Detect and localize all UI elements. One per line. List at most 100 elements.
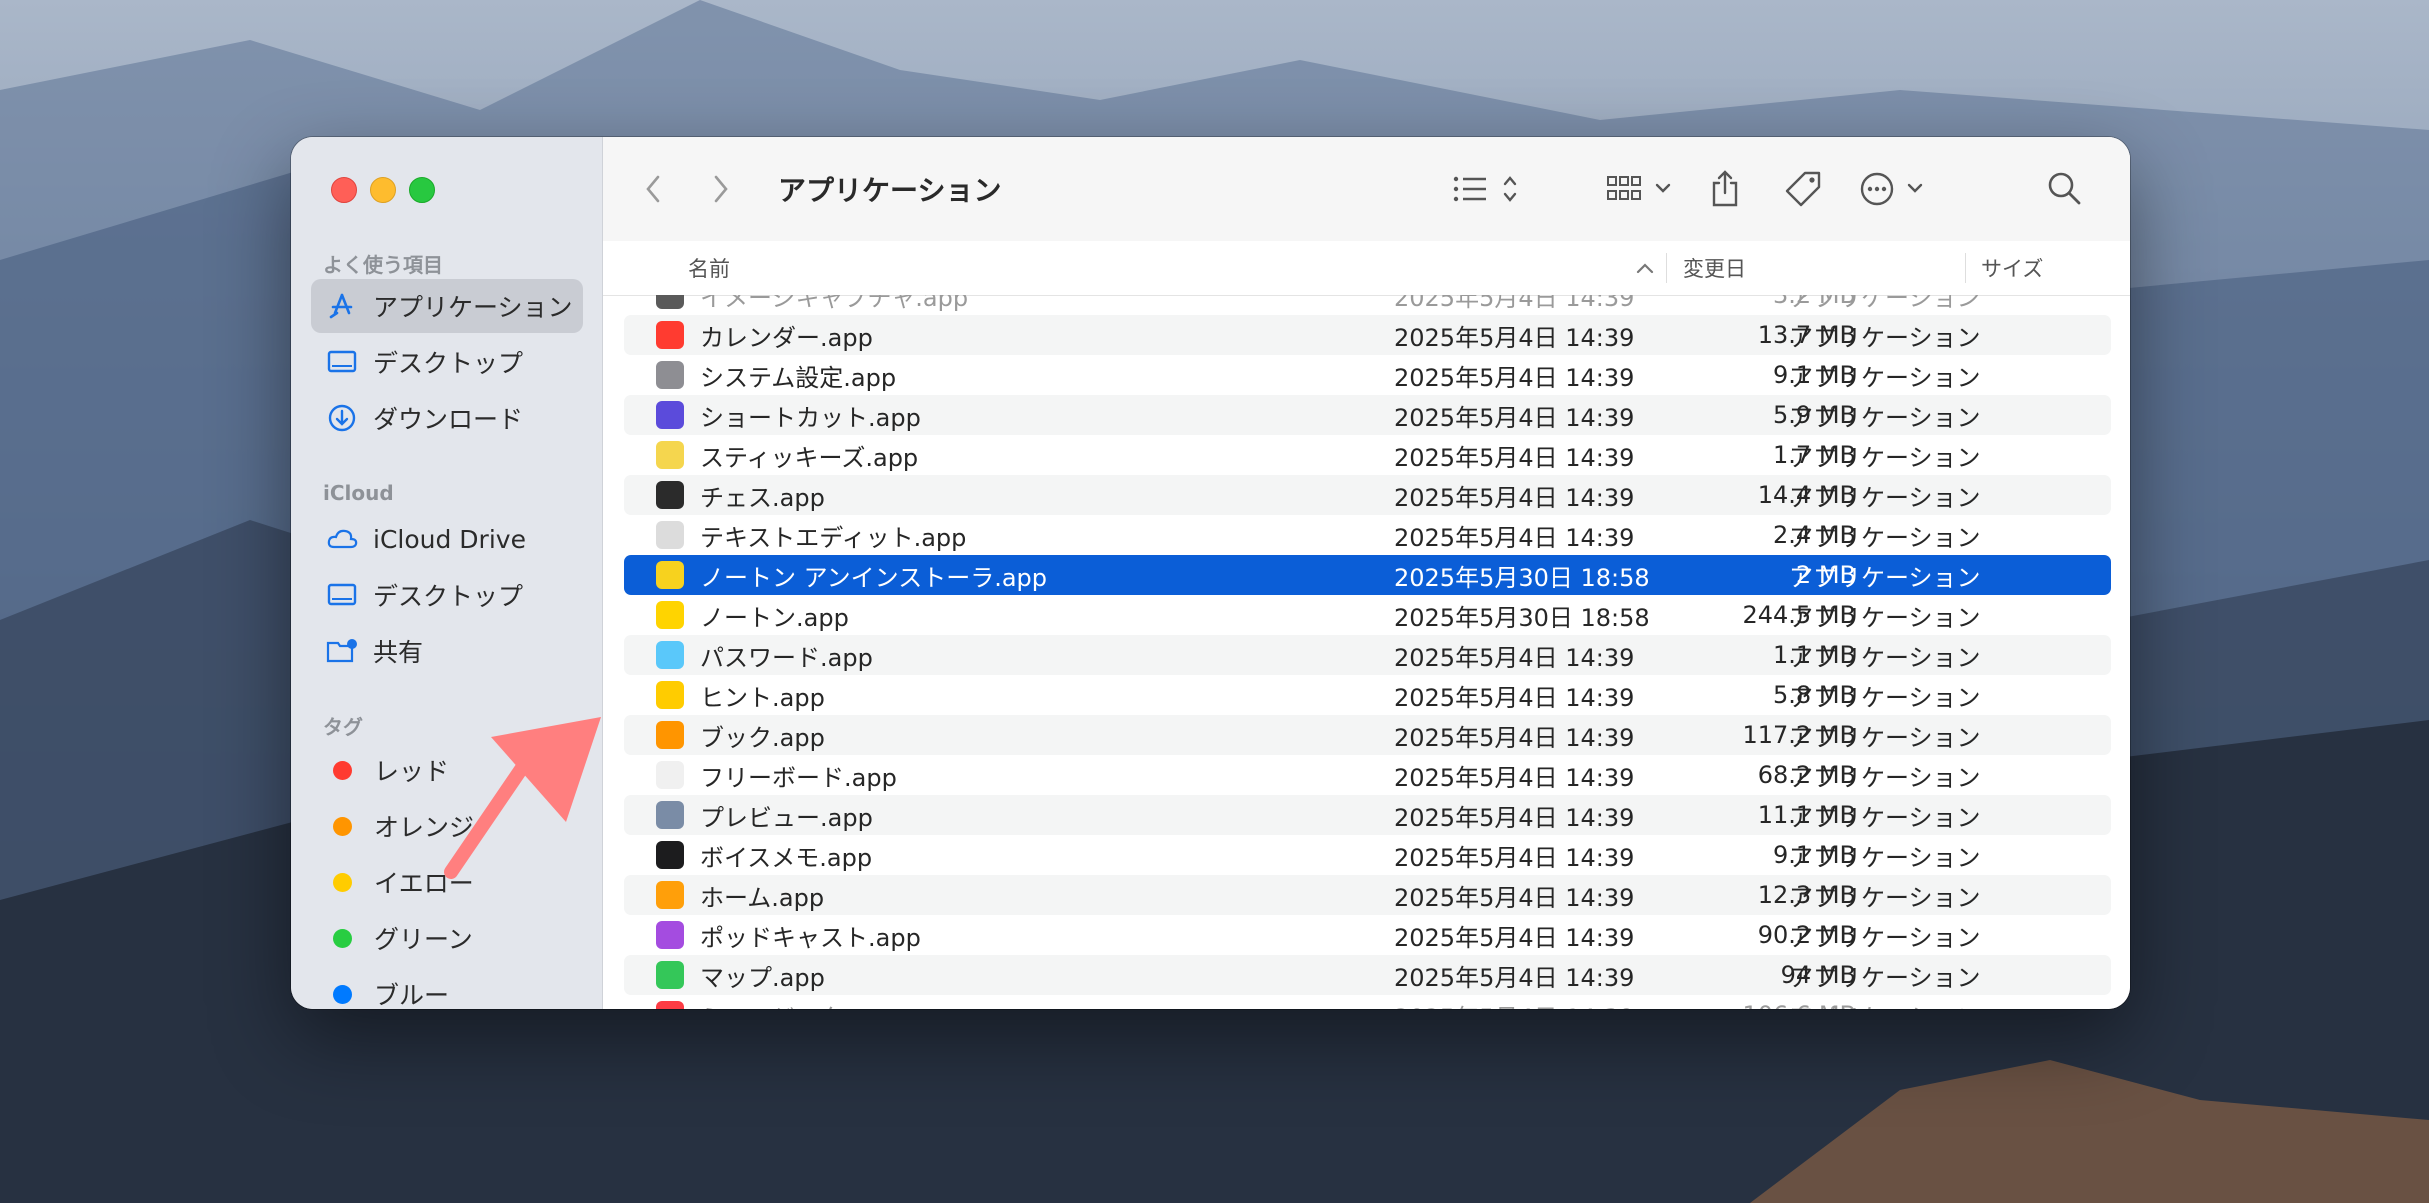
sidebar-item-label: アプリケーション: [373, 293, 573, 322]
file-name: マップ.app: [700, 963, 825, 992]
file-date: 2025年5月4日 14:39: [1394, 443, 1635, 472]
chevron-left-icon: [646, 175, 660, 203]
file-row[interactable]: ポッドキャスト.app 2025年5月4日 14:39 90.2 MB アプリケーショ…: [624, 915, 2111, 955]
file-row[interactable]: カレンダー.app 2025年5月4日 14:39 13.7 MB アプリケーション: [624, 315, 2111, 355]
file-row[interactable]: マップ.app 2025年5月4日 14:39 94 MB アプリケーション: [624, 955, 2111, 995]
file-date: 2025年5月4日 14:39: [1394, 363, 1635, 392]
file-name: ノートン.app: [700, 603, 849, 632]
sidebar-item-icloud-drive[interactable]: iCloud Drive: [311, 512, 583, 566]
file-row[interactable]: プレビュー.app 2025年5月4日 14:39 11.1 MB アプリケーション: [624, 795, 2111, 835]
desktop-icon: [325, 578, 359, 612]
file-kind: アプリケーション: [1789, 963, 1981, 992]
app-icon: [656, 881, 684, 909]
file-name: スティッキーズ.app: [700, 443, 919, 472]
file-row[interactable]: フリーボード.app 2025年5月4日 14:39 68.2 MB アプリケーション: [624, 755, 2111, 795]
file-row[interactable]: ノートン アンインストーラ.app 2025年5月30日 18:58 2 MB アプリ…: [624, 555, 2111, 595]
file-row[interactable]: ブック.app 2025年5月4日 14:39 117.2 MB アプリケーション: [624, 715, 2111, 755]
toolbar: アプリケーション: [603, 137, 2130, 242]
file-row[interactable]: テキストエディット.app 2025年5月4日 14:39 2.4 MB アプリケーシ…: [624, 515, 2111, 555]
file-kind: アプリケーション: [1789, 323, 1981, 352]
file-name: テキストエディット.app: [700, 523, 967, 552]
annotation-arrow: [444, 717, 601, 879]
zoom-button[interactable]: [409, 177, 435, 203]
download-circle-icon: [325, 401, 359, 435]
more-actions-button[interactable]: [1857, 165, 1933, 213]
app-icon: [656, 521, 684, 549]
group-button[interactable]: [1603, 165, 1683, 213]
file-date: 2025年5月4日 14:39: [1394, 403, 1635, 432]
file-row[interactable]: ショートカット.app 2025年5月4日 14:39 5.9 MB アプリケーション: [624, 395, 2111, 435]
file-date: 2025年5月4日 14:39: [1394, 923, 1635, 952]
file-name: フリーボード.app: [700, 763, 897, 792]
tag-dot-icon: [333, 872, 352, 892]
app-icon: [656, 641, 684, 669]
file-kind: アプリケーション: [1789, 883, 1981, 912]
tag-button[interactable]: [1781, 165, 1825, 213]
sidebar-tag-blue[interactable]: ブルー: [311, 967, 583, 1009]
sidebar-item-applications[interactable]: アプリケーション: [311, 279, 583, 333]
app-icon: [656, 681, 684, 709]
column-separator[interactable]: [1965, 253, 1966, 283]
sidebar-item-downloads[interactable]: ダウンロード: [311, 391, 583, 445]
file-row[interactable]: ヒント.app 2025年5月4日 14:39 5.8 MB アプリケーション: [624, 675, 2111, 715]
close-button[interactable]: [331, 177, 357, 203]
minimize-button[interactable]: [370, 177, 396, 203]
file-name: システム設定.app: [700, 363, 897, 392]
app-icon: [656, 761, 684, 789]
file-name: ヒント.app: [700, 683, 825, 712]
app-icon: [656, 401, 684, 429]
file-row[interactable]: ボイスメモ.app 2025年5月4日 14:39 9.1 MB アプリケーション: [624, 835, 2111, 875]
file-name: イメージキャプチャ.app: [700, 295, 969, 312]
forward-button[interactable]: [701, 165, 741, 213]
file-row[interactable]: イメージキャプチャ.app 2025年5月4日 14:39 3.2 MB アプリケーシ…: [624, 295, 2111, 315]
file-name: ノートン アンインストーラ.app: [700, 563, 1047, 592]
finder-window: よく使う項目 アプリケーション デスクトップ ダウンロード iCloud iCl…: [291, 137, 2130, 1009]
file-name: ブック.app: [700, 723, 825, 752]
tag-dot-icon: [333, 928, 352, 948]
file-date: 2025年5月30日 18:58: [1394, 603, 1650, 632]
file-date: 2025年5月4日 14:39: [1394, 843, 1635, 872]
column-size[interactable]: サイズ: [1981, 241, 2043, 295]
tag-dot-icon: [333, 816, 352, 836]
file-row[interactable]: パスワード.app 2025年5月4日 14:39 1.1 MB アプリケーション: [624, 635, 2111, 675]
sidebar-tag-green[interactable]: グリーン: [311, 911, 583, 965]
view-mode-button[interactable]: [1448, 165, 1528, 213]
column-header: 名前 変更日 サイズ 種類: [603, 241, 2130, 296]
back-button[interactable]: [633, 165, 673, 213]
file-name: カレンダー.app: [700, 323, 873, 352]
file-row[interactable]: ノートン.app 2025年5月30日 18:58 244.5 MB アプリケーション: [624, 595, 2111, 635]
tag-icon: [1785, 171, 1821, 207]
file-row[interactable]: システム設定.app 2025年5月4日 14:39 9.1 MB アプリケーション: [624, 355, 2111, 395]
column-name[interactable]: 名前: [688, 241, 730, 295]
file-name: ポッドキャスト.app: [700, 923, 921, 952]
file-row[interactable]: チェス.app 2025年5月4日 14:39 14.4 MB アプリケーション: [624, 475, 2111, 515]
sidebar-item-label: グリーン: [374, 925, 473, 954]
file-date: 2025年5月4日 14:39: [1394, 483, 1635, 512]
file-kind: アプリケーション: [1789, 483, 1981, 512]
app-icon: [656, 441, 684, 469]
file-row[interactable]: ホーム.app 2025年5月4日 14:39 12.3 MB アプリケーション: [624, 875, 2111, 915]
file-kind: アプリケーション: [1789, 643, 1981, 672]
app-icon: [656, 481, 684, 509]
file-row[interactable]: スティッキーズ.app 2025年5月4日 14:39 1.7 MB アプリケーション: [624, 435, 2111, 475]
file-kind: アプリケーション: [1789, 523, 1981, 552]
share-button[interactable]: [1705, 165, 1745, 213]
share-icon: [1712, 170, 1738, 207]
file-kind: アプリケーション: [1789, 723, 1981, 752]
chevron-right-icon: [714, 175, 728, 203]
file-list: イメージキャプチャ.app 2025年5月4日 14:39 3.2 MB アプリケーシ…: [603, 295, 2130, 1009]
sidebar-item-desktop[interactable]: デスクトップ: [311, 335, 583, 389]
app-icon: [656, 1001, 684, 1009]
column-date[interactable]: 変更日: [1683, 241, 1746, 295]
app-icon: [656, 961, 684, 989]
file-kind: アプリケーション: [1789, 603, 1981, 632]
file-row[interactable]: ミュージック.app2025年5月4日 14:39106.6 MBアプリケーショ…: [624, 995, 2111, 1009]
column-separator[interactable]: [1666, 253, 1667, 283]
search-button[interactable]: [2043, 165, 2087, 213]
sort-ascending-icon[interactable]: [1635, 241, 1655, 295]
file-kind: アプリケーション: [1789, 563, 1981, 592]
file-date: 2025年5月4日 14:39: [1394, 323, 1635, 352]
file-date: 2025年5月4日 14:39: [1394, 803, 1635, 832]
app-icon: [656, 321, 684, 349]
list-view-icon: [1453, 176, 1517, 202]
